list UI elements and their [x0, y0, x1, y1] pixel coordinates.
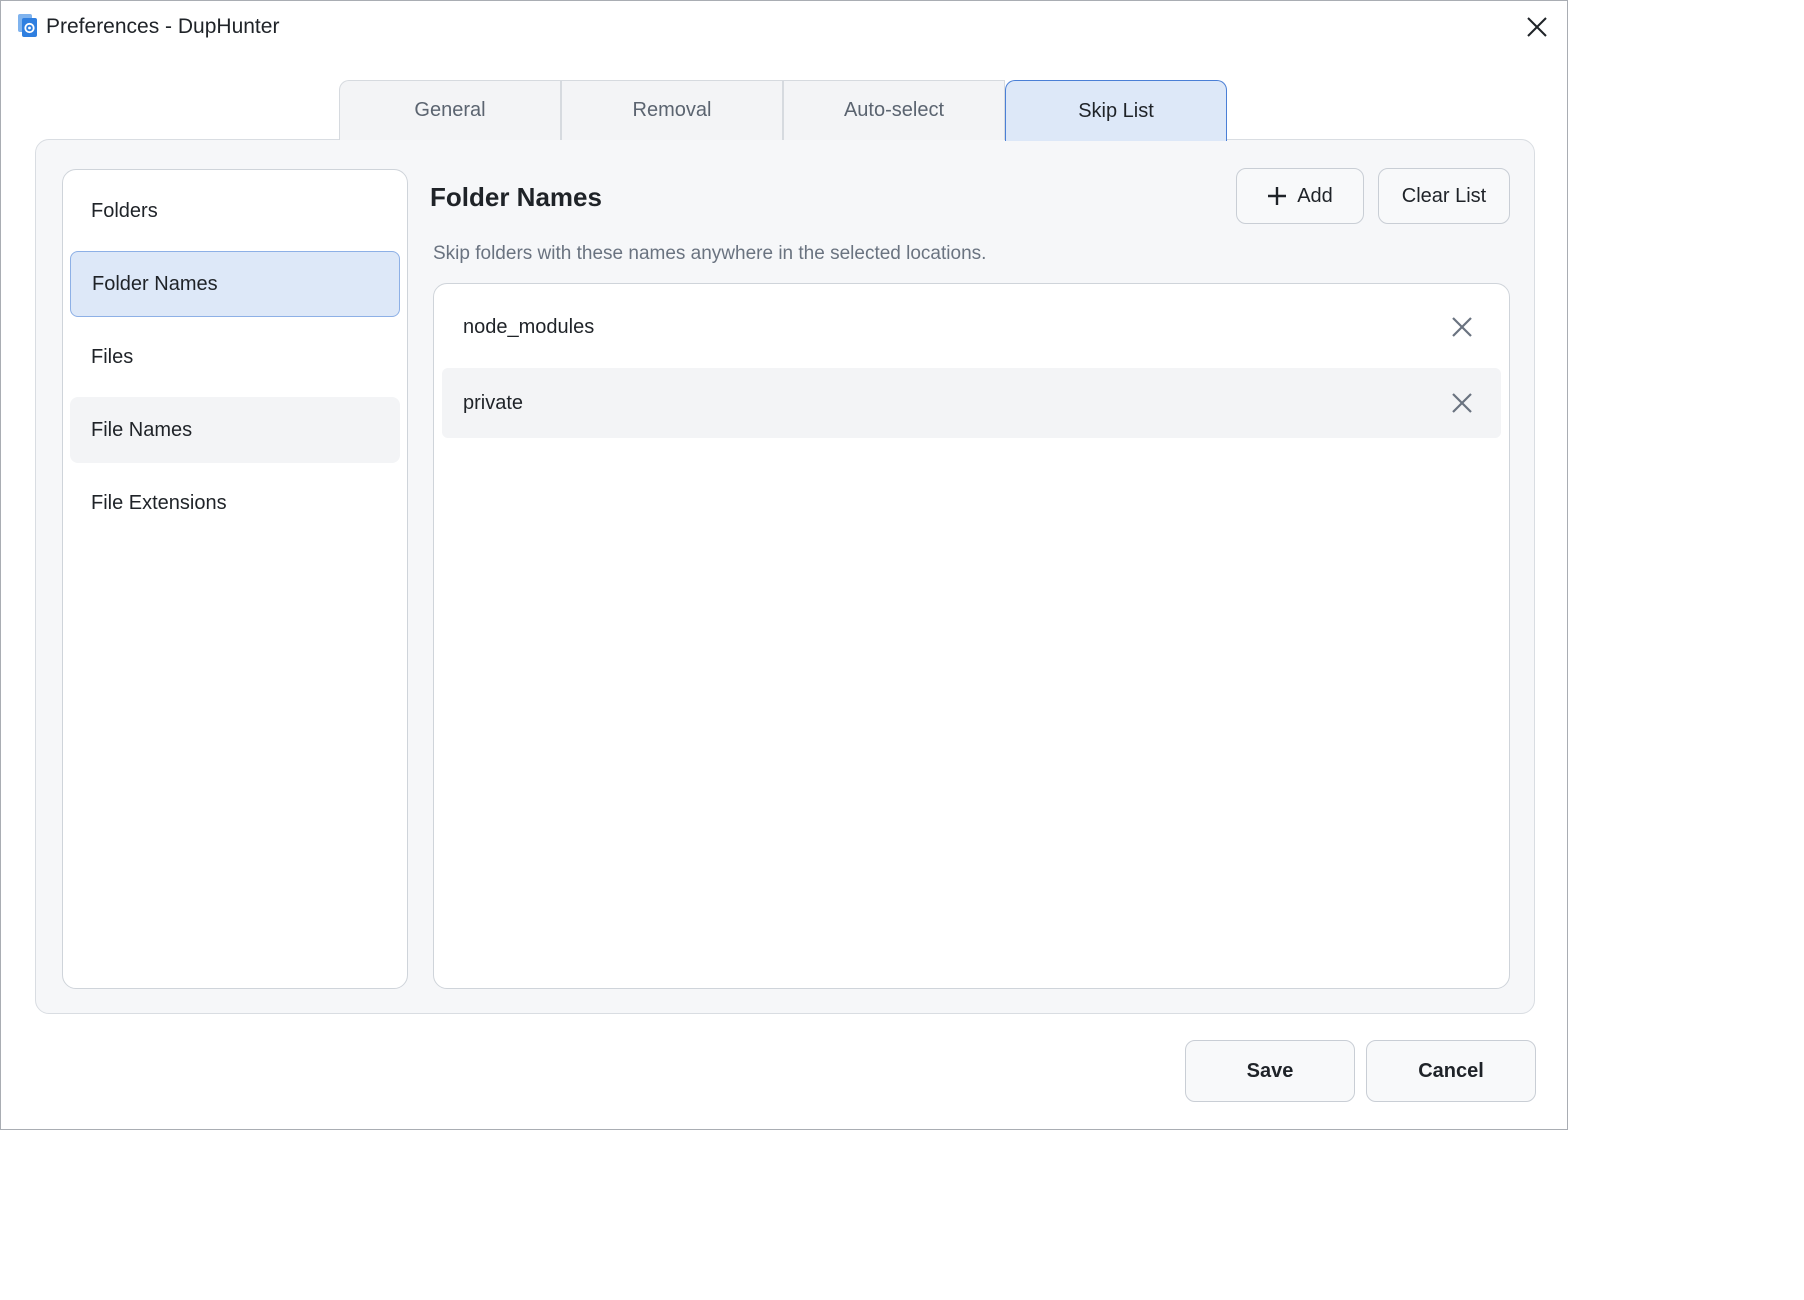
folder-names-list: node_modules private: [433, 283, 1510, 989]
tab-bar: General Removal Auto-select Skip List: [339, 80, 1227, 141]
remove-x-icon[interactable]: [1449, 390, 1475, 416]
list-item-label: node_modules: [463, 315, 595, 338]
save-button[interactable]: Save: [1185, 1040, 1355, 1102]
list-item-label: private: [463, 391, 524, 414]
title-bar: Preferences - DupHunter: [1, 1, 1567, 53]
sidebar-item-file-names[interactable]: File Names: [70, 397, 400, 463]
plus-icon: [1267, 186, 1287, 206]
add-button-label: Add: [1297, 184, 1333, 207]
list-item[interactable]: node_modules: [442, 292, 1501, 362]
preferences-window: Preferences - DupHunter General Removal …: [0, 0, 1568, 1130]
tab-auto-select[interactable]: Auto-select: [783, 80, 1005, 140]
section-description: Skip folders with these names anywhere i…: [433, 243, 987, 264]
close-icon[interactable]: [1521, 11, 1553, 43]
app-icon: [17, 13, 39, 39]
section-title: Folder Names: [430, 182, 602, 212]
remove-x-icon[interactable]: [1449, 314, 1475, 340]
list-item[interactable]: private: [442, 368, 1501, 438]
category-sidebar: Folders Folder Names Files File Names Fi…: [62, 169, 408, 989]
sidebar-item-files[interactable]: Files: [70, 324, 400, 390]
tab-skip-list[interactable]: Skip List: [1005, 80, 1227, 141]
tab-general[interactable]: General: [339, 80, 561, 140]
skip-list-panel: Folders Folder Names Files File Names Fi…: [35, 139, 1535, 1014]
sidebar-item-folders[interactable]: Folders: [70, 178, 400, 244]
cancel-button[interactable]: Cancel: [1366, 1040, 1536, 1102]
sidebar-item-folder-names[interactable]: Folder Names: [70, 251, 400, 317]
window-title: Preferences - DupHunter: [46, 15, 280, 38]
clear-list-button[interactable]: Clear List: [1378, 168, 1510, 224]
sidebar-item-file-extensions[interactable]: File Extensions: [70, 470, 400, 536]
tab-removal[interactable]: Removal: [561, 80, 783, 140]
add-button[interactable]: Add: [1236, 168, 1364, 224]
